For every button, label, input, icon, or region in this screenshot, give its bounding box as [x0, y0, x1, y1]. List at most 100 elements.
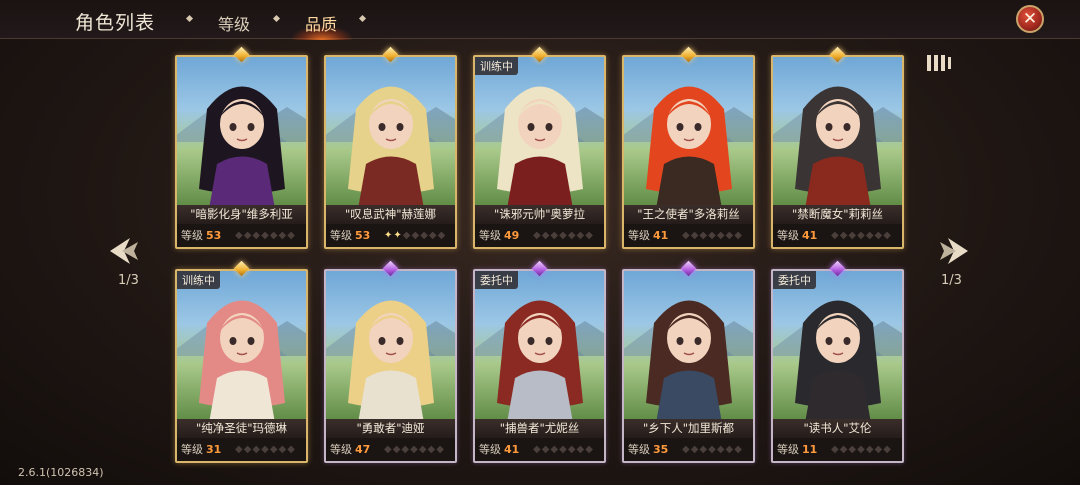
character-card[interactable]: 训练中 "纯净圣徒"玛德琳 等级 31 ◆◆◆◆◆◆◆	[175, 269, 308, 463]
star-icon: ◆	[567, 444, 577, 455]
character-card[interactable]: "叹息武神"赫莲娜 等级 53 ✦✦◆◆◆◆◆	[324, 55, 457, 249]
star-icon: ◆	[699, 444, 709, 455]
level-row: 等级 41 ◆◆◆◆◆◆◆	[475, 438, 604, 461]
next-page-button[interactable]	[936, 234, 970, 268]
level-value: 35	[653, 443, 669, 456]
star-icon: ◆	[699, 230, 709, 241]
bars-filter-icon	[927, 55, 951, 71]
character-name: "叹息武神"赫莲娜	[326, 205, 455, 224]
star-icon: ◆	[418, 444, 428, 455]
star-icon: ◆	[734, 444, 743, 455]
filter-button[interactable]	[924, 52, 954, 74]
star-icon: ◆	[261, 230, 270, 241]
character-card[interactable]: "禁断魔女"莉莉丝 等级 41 ◆◆◆◆◆◆◆	[771, 55, 904, 249]
level-value: 49	[504, 229, 520, 242]
character-name: "捕兽者"尤妮丝	[475, 419, 604, 438]
level-value: 41	[504, 443, 520, 456]
character-portrait	[624, 57, 753, 209]
star-icon: ◆	[734, 230, 743, 241]
star-icon: ◆	[567, 230, 577, 241]
star-rating: ◆◆◆◆◆◆◆	[682, 224, 743, 247]
prev-page-button[interactable]	[108, 234, 142, 268]
star-icon: ◆	[682, 444, 691, 455]
star-icon: ◆	[585, 444, 594, 455]
level-label: 等级	[330, 443, 352, 456]
arrow-left-icon	[110, 238, 138, 264]
character-portrait	[624, 271, 753, 423]
star-rating: ◆◆◆◆◆◆◆	[235, 224, 296, 247]
level-row: 等级 53 ◆◆◆◆◆◆◆	[177, 224, 306, 247]
star-icon: ◆	[857, 230, 866, 241]
character-card[interactable]: "王之使者"多洛莉丝 等级 41 ◆◆◆◆◆◆◆	[622, 55, 755, 249]
character-name: "禁断魔女"莉莉丝	[773, 205, 902, 224]
tab-level[interactable]: 等级	[218, 11, 250, 35]
star-icon: ◆	[865, 444, 875, 455]
star-icon: ◆	[428, 230, 438, 241]
character-name: "纯净圣徒"玛德琳	[177, 419, 306, 438]
level-label: 等级	[777, 443, 799, 456]
star-icon: ◆	[725, 444, 735, 455]
character-figure	[497, 300, 583, 423]
star-icon: ◆	[410, 444, 419, 455]
character-portrait: 训练中	[177, 271, 306, 423]
star-icon: ◆	[437, 230, 447, 241]
tab-quality[interactable]: 品质	[305, 11, 337, 35]
top-bar: 角色列表 等级 品质 ✕	[0, 0, 1080, 40]
character-card[interactable]: "勇敢者"迪娅 等级 47 ◆◆◆◆◆◆◆	[324, 269, 457, 463]
level-label: 等级	[628, 229, 650, 242]
character-portrait	[326, 271, 455, 423]
status-badge: 训练中	[475, 57, 518, 75]
level-label: 等级	[479, 229, 501, 242]
character-card[interactable]: "乡下人"加里斯都 等级 35 ◆◆◆◆◆◆◆	[622, 269, 755, 463]
star-icon: ◆	[436, 444, 445, 455]
character-name: "诛邪元帅"奥萝拉	[475, 205, 604, 224]
star-icon: ◆	[533, 230, 542, 241]
star-icon: ◆	[287, 444, 296, 455]
level-label: 等级	[181, 443, 203, 456]
level-value: 11	[802, 443, 818, 456]
star-icon: ◆	[848, 444, 858, 455]
star-icon: ◆	[533, 444, 542, 455]
version-label: 2.6.1(1026834)	[18, 466, 104, 479]
tab-separator-dot	[272, 14, 281, 23]
star-icon: ◆	[831, 444, 840, 455]
character-figure	[646, 86, 732, 209]
star-icon: ◆	[287, 230, 296, 241]
character-figure	[199, 86, 285, 209]
star-rating: ◆◆◆◆◆◆◆	[831, 438, 892, 461]
character-card[interactable]: "暗影化身"维多利亚 等级 53 ◆◆◆◆◆◆◆	[175, 55, 308, 249]
star-icon: ◆	[427, 444, 437, 455]
level-label: 等级	[181, 229, 203, 242]
character-card[interactable]: 训练中 "诛邪元帅"奥萝拉 等级 49 ◆◆◆◆◆◆◆	[473, 55, 606, 249]
character-figure	[348, 86, 434, 209]
close-button[interactable]: ✕	[1016, 5, 1044, 33]
star-icon: ◆	[550, 230, 560, 241]
star-icon: ◆	[725, 230, 735, 241]
character-name: "勇敢者"迪娅	[326, 419, 455, 438]
star-rating: ◆◆◆◆◆◆◆	[235, 438, 296, 461]
star-rating: ✦✦◆◆◆◆◆	[384, 224, 446, 247]
star-rating: ◆◆◆◆◆◆◆	[533, 224, 594, 247]
arrow-right-icon	[940, 238, 968, 264]
level-row: 等级 41 ◆◆◆◆◆◆◆	[624, 224, 753, 247]
star-icon: ◆	[831, 230, 840, 241]
status-badge: 委托中	[773, 271, 816, 289]
star-icon: ◆	[235, 444, 244, 455]
character-card[interactable]: 委托中 "读书人"艾伦 等级 11 ◆◆◆◆◆◆◆	[771, 269, 904, 463]
star-icon: ◆	[252, 444, 262, 455]
star-icon: ◆	[716, 230, 726, 241]
level-label: 等级	[777, 229, 799, 242]
level-row: 等级 49 ◆◆◆◆◆◆◆	[475, 224, 604, 247]
star-icon: ◆	[682, 230, 691, 241]
character-name: "读书人"艾伦	[773, 419, 902, 438]
star-icon: ✦	[384, 230, 394, 241]
star-icon: ◆	[278, 230, 288, 241]
character-figure	[795, 86, 881, 209]
character-figure	[497, 86, 583, 209]
star-rating: ◆◆◆◆◆◆◆	[831, 224, 892, 247]
level-label: 等级	[628, 443, 650, 456]
star-icon: ◆	[708, 444, 717, 455]
character-name: "王之使者"多洛莉丝	[624, 205, 753, 224]
star-icon: ◆	[235, 230, 244, 241]
character-card[interactable]: 委托中 "捕兽者"尤妮丝 等级 41 ◆◆◆◆◆◆◆	[473, 269, 606, 463]
